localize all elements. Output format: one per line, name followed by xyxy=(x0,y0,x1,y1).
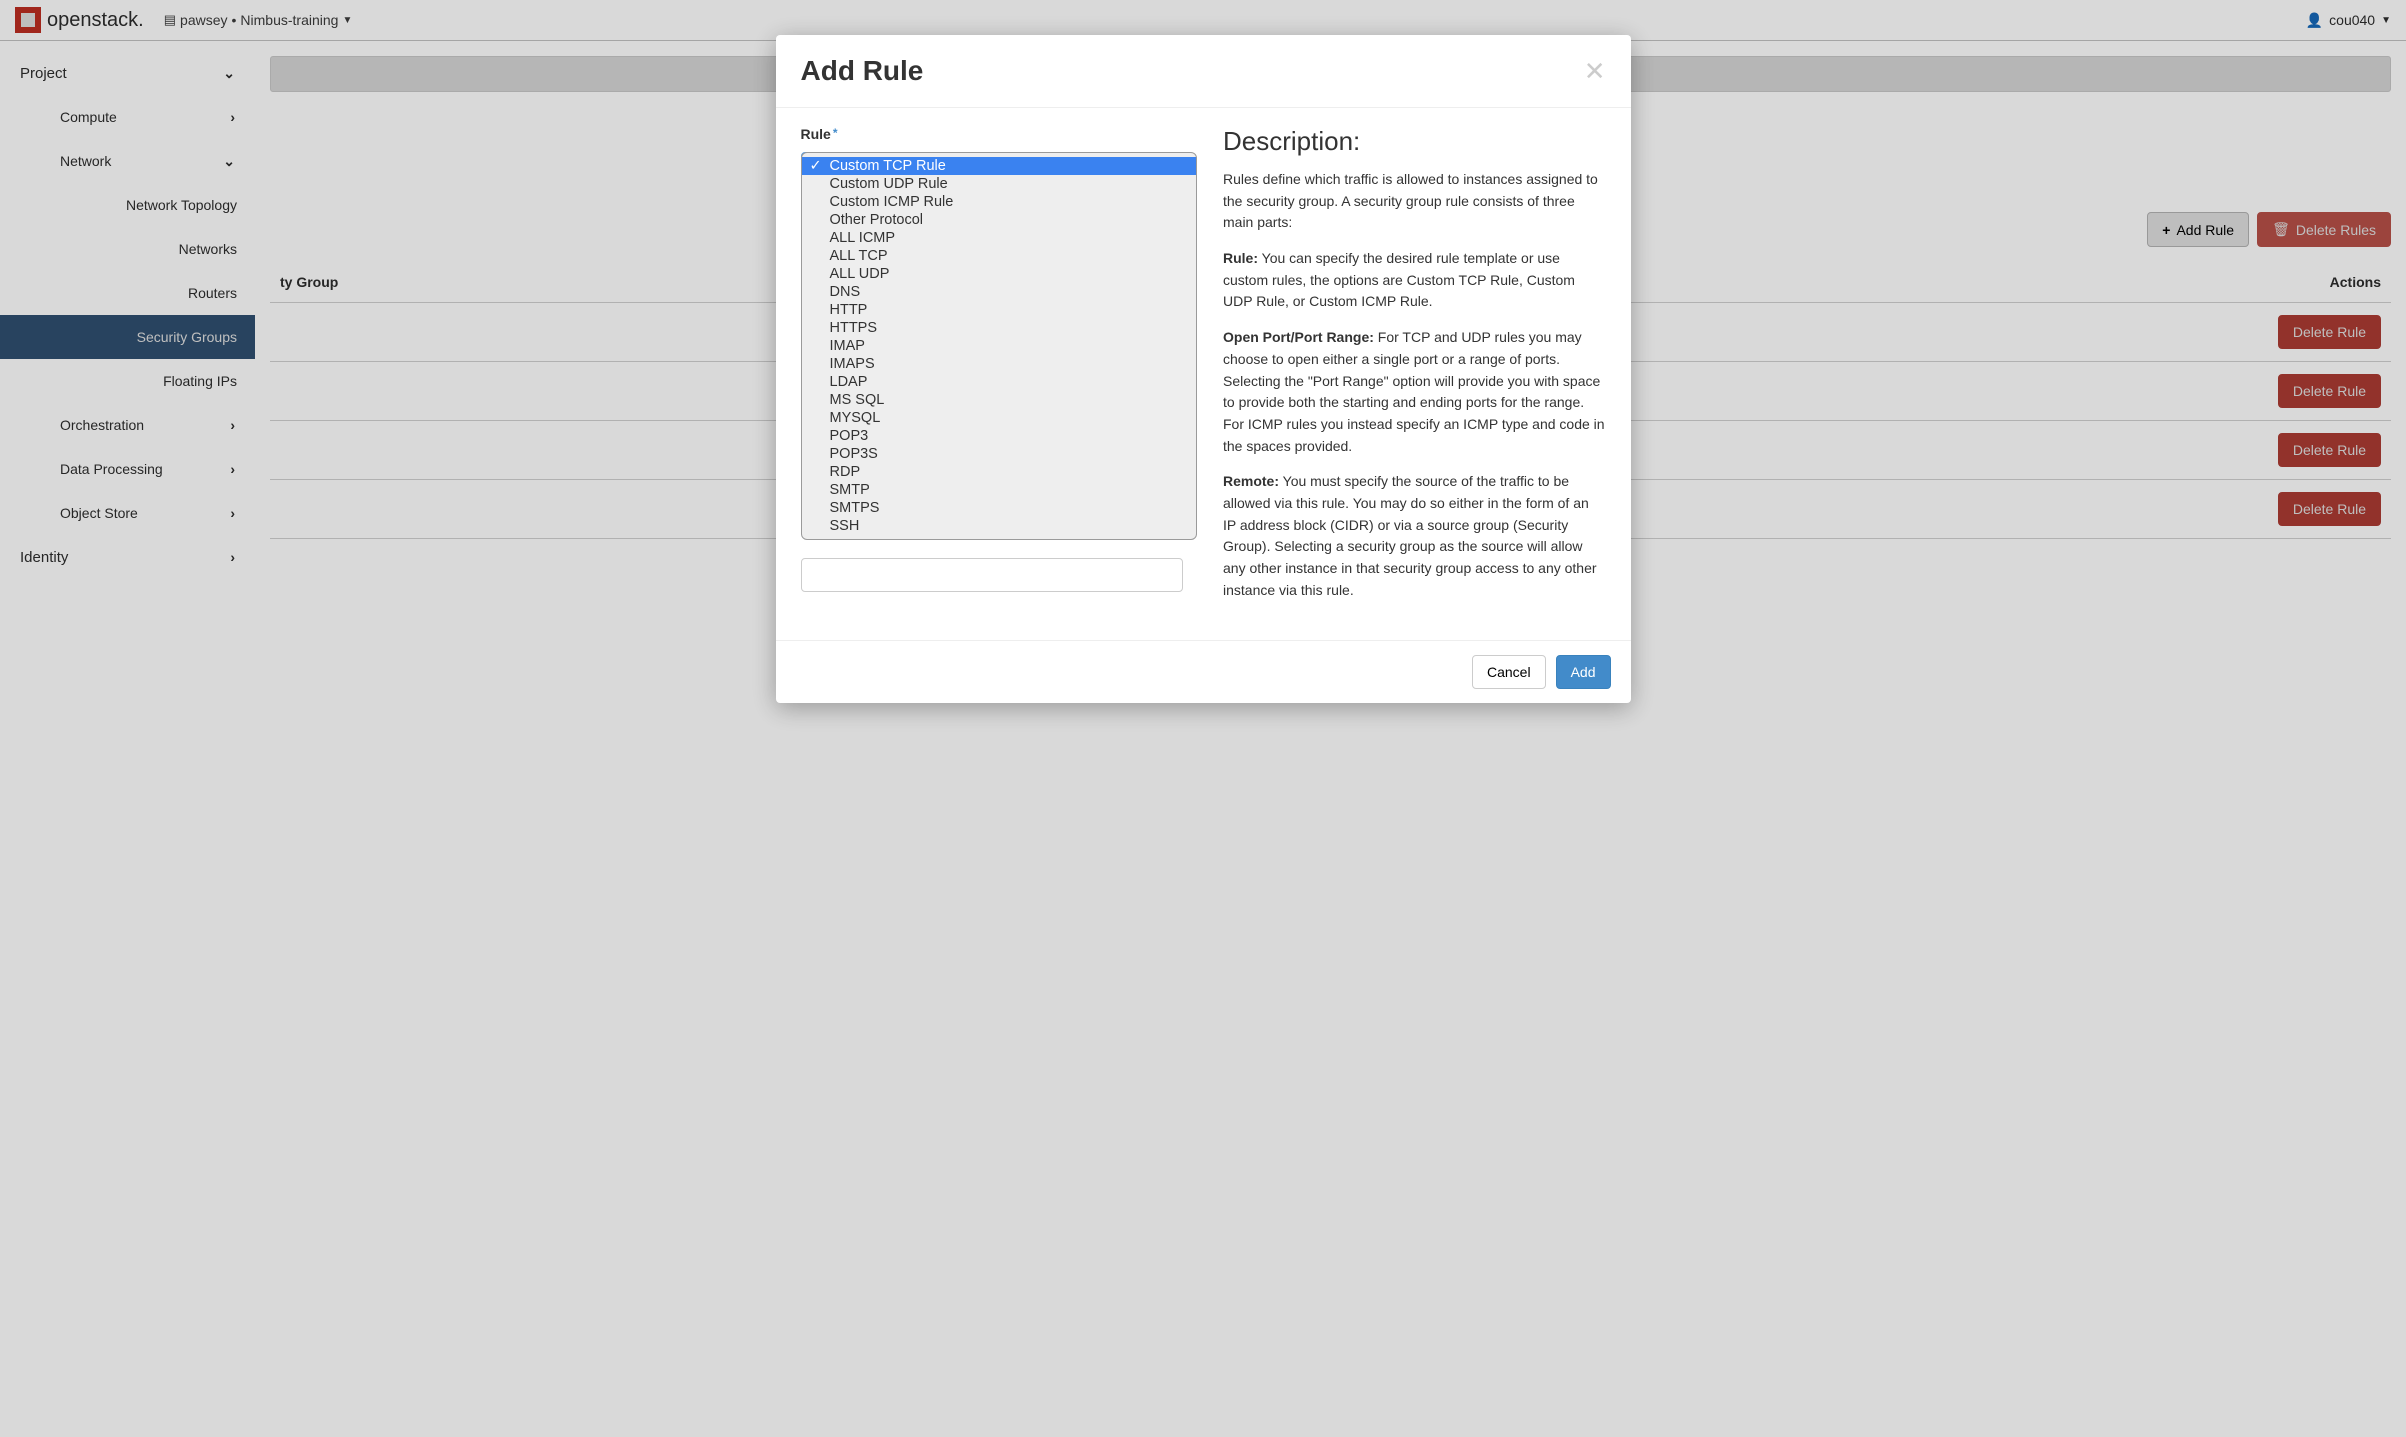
label-text: Rule xyxy=(801,126,831,142)
rule-option[interactable]: ALL UDP xyxy=(802,265,1196,283)
close-icon[interactable]: ✕ xyxy=(1584,56,1606,87)
para-text: You can specify the desired rule templat… xyxy=(1223,250,1575,309)
rule-option[interactable]: MYSQL xyxy=(802,409,1196,427)
add-rule-modal: Add Rule ✕ Rule * ▲▼ ▲▼ ▲▼ ▲▼ Custom TCP… xyxy=(776,35,1631,703)
description-rule: Rule: You can specify the desired rule t… xyxy=(1223,248,1606,313)
rule-option[interactable]: ALL TCP xyxy=(802,247,1196,265)
description-heading: Description: xyxy=(1223,126,1606,157)
modal-overlay: Add Rule ✕ Rule * ▲▼ ▲▼ ▲▼ ▲▼ Custom TCP… xyxy=(0,0,2406,1437)
required-asterisk: * xyxy=(833,126,838,140)
description-intro: Rules define which traffic is allowed to… xyxy=(1223,169,1606,234)
para-text: You must specify the source of the traff… xyxy=(1223,473,1597,597)
rule-option[interactable]: SMTP xyxy=(802,481,1196,499)
add-button[interactable]: Add xyxy=(1556,655,1611,689)
rule-option[interactable]: IMAPS xyxy=(802,355,1196,373)
rule-option[interactable]: MS SQL xyxy=(802,391,1196,409)
rule-option[interactable]: Custom ICMP Rule xyxy=(802,193,1196,211)
rule-option[interactable]: DNS xyxy=(802,283,1196,301)
rule-option[interactable]: Custom UDP Rule xyxy=(802,175,1196,193)
rule-option[interactable]: SMTPS xyxy=(802,499,1196,517)
rule-field-label: Rule * xyxy=(801,126,838,142)
rule-option[interactable]: SSH xyxy=(802,517,1196,535)
rule-option[interactable]: ALL ICMP xyxy=(802,229,1196,247)
description-remote: Remote: You must specify the source of t… xyxy=(1223,471,1606,601)
rule-option[interactable]: Custom TCP Rule xyxy=(802,157,1196,175)
rule-option[interactable]: POP3 xyxy=(802,427,1196,445)
para-label: Rule: xyxy=(1223,250,1258,266)
description-port: Open Port/Port Range: For TCP and UDP ru… xyxy=(1223,327,1606,457)
rule-option[interactable]: Other Protocol xyxy=(802,211,1196,229)
para-label: Open Port/Port Range: xyxy=(1223,329,1374,345)
rule-option[interactable]: POP3S xyxy=(802,445,1196,463)
rule-option[interactable]: IMAP xyxy=(802,337,1196,355)
para-label: Remote: xyxy=(1223,473,1279,489)
cidr-input-hidden[interactable] xyxy=(801,558,1184,592)
rule-option[interactable]: HTTPS xyxy=(802,319,1196,337)
modal-title: Add Rule xyxy=(801,55,924,87)
para-text: For TCP and UDP rules you may choose to … xyxy=(1223,329,1605,453)
rule-option[interactable]: RDP xyxy=(802,463,1196,481)
rule-dropdown-list: Custom TCP RuleCustom UDP RuleCustom ICM… xyxy=(801,152,1197,540)
cancel-button[interactable]: Cancel xyxy=(1472,655,1546,689)
rule-option[interactable]: HTTP xyxy=(802,301,1196,319)
rule-option[interactable]: LDAP xyxy=(802,373,1196,391)
